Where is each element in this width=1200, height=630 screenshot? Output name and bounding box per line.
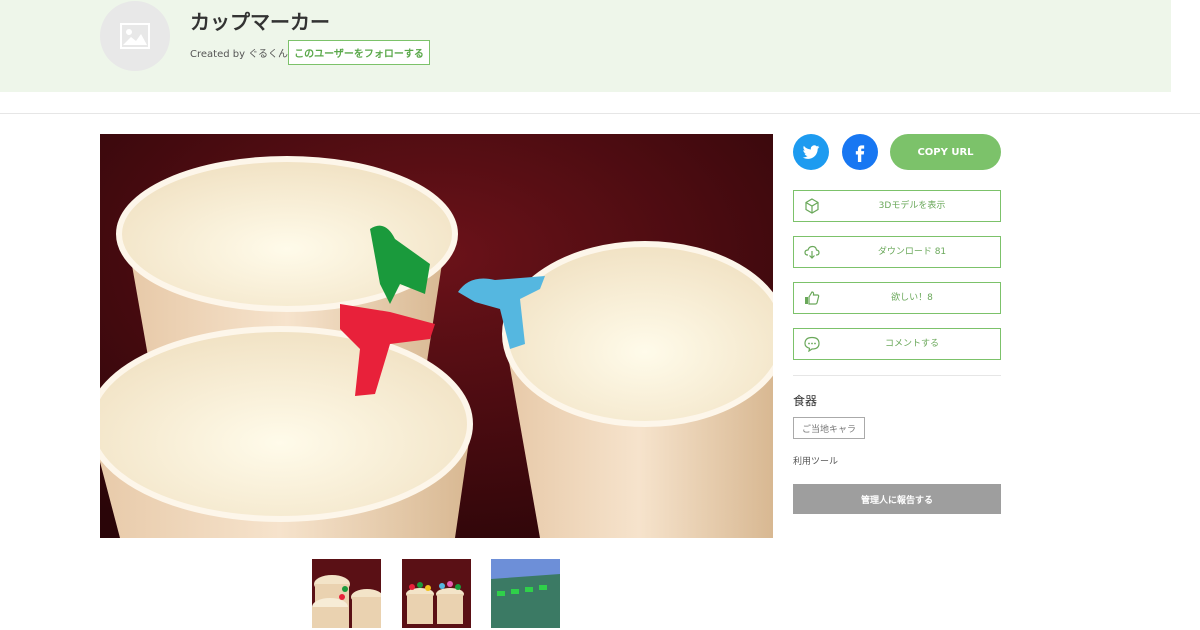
download-label: ダウンロード 81 — [877, 247, 947, 257]
view-3d-model-button[interactable]: 3Dモデルを表示 — [793, 190, 1001, 222]
main-photo[interactable] — [100, 134, 773, 538]
avatar[interactable] — [100, 1, 170, 71]
follow-user-button[interactable]: このユーザーをフォローする — [288, 40, 430, 65]
thumbs-up-icon — [805, 291, 820, 305]
image-placeholder-icon — [120, 23, 150, 49]
report-to-admin-button[interactable]: 管理人に報告する — [793, 484, 1001, 514]
thumbnail-1[interactable] — [312, 559, 381, 628]
comment-icon — [804, 336, 820, 352]
facebook-icon — [855, 145, 865, 162]
cube-icon — [805, 198, 819, 214]
sidebar-divider — [793, 375, 1001, 376]
cloud-download-icon — [804, 245, 820, 259]
want-label: 欲しい！8 — [891, 293, 933, 303]
twitter-share-button[interactable] — [793, 134, 829, 170]
copy-url-button[interactable]: COPY URL — [890, 134, 1001, 170]
tag-badge[interactable]: ご当地キャラ — [793, 417, 865, 439]
tools-label: 利用ツール — [793, 457, 839, 467]
thumbnail-2[interactable] — [402, 559, 471, 628]
comment-button[interactable]: コメントする — [793, 328, 1001, 360]
comment-label: コメントする — [884, 339, 939, 349]
creator-label[interactable]: Created by ぐるくん — [190, 45, 288, 60]
page-title: カップマーカー — [190, 10, 330, 34]
thumbnail-3[interactable] — [491, 559, 560, 628]
twitter-icon — [802, 145, 820, 159]
page-header: カップマーカー Created by ぐるくん このユーザーをフォローする — [0, 0, 1171, 92]
category-label[interactable]: 食器 — [793, 392, 817, 409]
view-3d-model-label: 3Dモデルを表示 — [878, 201, 946, 211]
want-button[interactable]: 欲しい！8 — [793, 282, 1001, 314]
header-divider — [0, 113, 1200, 114]
download-button[interactable]: ダウンロード 81 — [793, 236, 1001, 268]
facebook-share-button[interactable] — [842, 134, 878, 170]
